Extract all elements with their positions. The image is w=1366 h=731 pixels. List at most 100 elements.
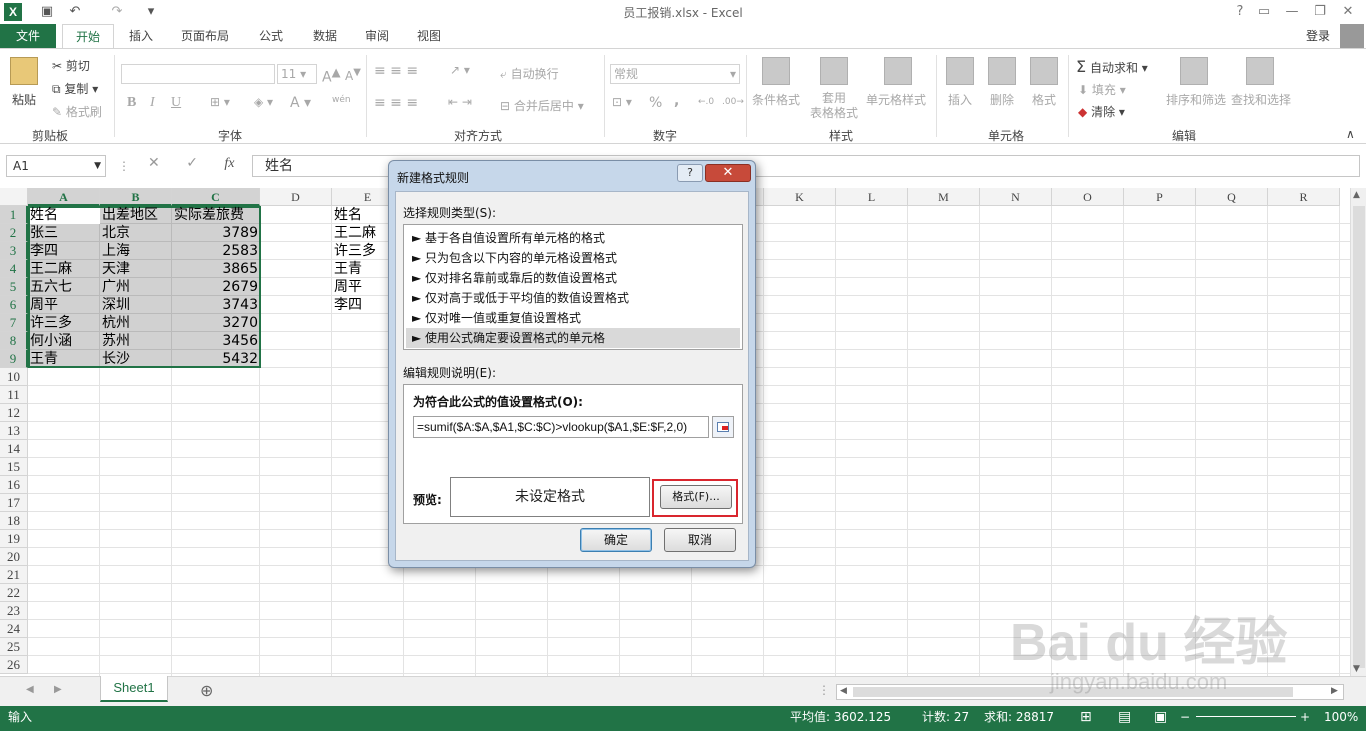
tab-file[interactable]: 文件 — [0, 24, 56, 48]
cell-c1[interactable]: 实际差旅费 — [172, 206, 260, 224]
cell-styles-icon[interactable] — [884, 57, 912, 85]
row-header-25[interactable]: 25 — [0, 638, 28, 656]
sort-filter-button[interactable]: 排序和筛选 — [1166, 91, 1226, 108]
cell-a5[interactable]: 五六七 — [28, 278, 100, 296]
align-top-icon[interactable]: ≡ ≡ ≡ — [374, 63, 418, 79]
select-all-corner[interactable] — [0, 188, 28, 206]
row-header-15[interactable]: 15 — [0, 458, 28, 476]
next-sheet-icon[interactable]: ▶ — [54, 684, 62, 695]
format-button[interactable]: 格式(F)... — [660, 485, 732, 509]
phonetic-icon[interactable]: wén — [332, 95, 351, 105]
collapse-ribbon-icon[interactable]: ∧ — [1346, 127, 1355, 141]
number-format-select[interactable]: 常规 ▾ — [610, 64, 740, 84]
cell-b5[interactable]: 广州 — [100, 278, 172, 296]
binoculars-icon[interactable] — [1246, 57, 1274, 85]
row-header-19[interactable]: 19 — [0, 530, 28, 548]
row-header-24[interactable]: 24 — [0, 620, 28, 638]
row-header-13[interactable]: 13 — [0, 422, 28, 440]
tab-review[interactable]: 审阅 — [354, 24, 400, 48]
cell-b4[interactable]: 天津 — [100, 260, 172, 278]
page-break-view-icon[interactable]: ▣ — [1154, 706, 1167, 728]
restore-button[interactable]: ❐ — [1306, 2, 1334, 22]
conditional-format-icon[interactable] — [762, 57, 790, 85]
minimize-button[interactable]: — — [1278, 2, 1306, 22]
delete-cells-button[interactable]: 删除 — [990, 91, 1014, 108]
cell-a4[interactable]: 王二麻 — [28, 260, 100, 278]
cell-a6[interactable]: 周平 — [28, 296, 100, 314]
close-button[interactable]: ✕ — [1334, 2, 1362, 22]
row-header-18[interactable]: 18 — [0, 512, 28, 530]
column-header-l[interactable]: L — [836, 188, 908, 206]
login-link[interactable]: 登录 — [1306, 27, 1330, 44]
cell-c2[interactable]: 3789 — [172, 224, 260, 242]
paste-icon[interactable] — [10, 57, 38, 85]
column-header-a[interactable]: A — [28, 188, 100, 206]
row-header-12[interactable]: 12 — [0, 404, 28, 422]
row-header-2[interactable]: 2 — [0, 224, 28, 242]
find-select-button[interactable]: 查找和选择 — [1231, 91, 1291, 108]
dialog-close-button[interactable]: ✕ — [705, 164, 751, 182]
cell-styles-button[interactable]: 单元格样式 — [866, 91, 926, 108]
shrink-font-icon[interactable]: A▼ — [345, 67, 361, 83]
tab-view[interactable]: 视图 — [406, 24, 452, 48]
cancel-button[interactable]: 取消 — [664, 528, 736, 552]
cell-a2[interactable]: 张三 — [28, 224, 100, 242]
cell-b2[interactable]: 北京 — [100, 224, 172, 242]
rule-type-list[interactable]: ► 基于各自值设置所有单元格的格式 ► 只为包含以下内容的单元格设置格式 ► 仅… — [403, 224, 743, 350]
insert-function-icon[interactable]: fx — [224, 156, 234, 171]
row-header-6[interactable]: 6 — [0, 296, 28, 314]
name-box[interactable]: A1 ▼ — [6, 155, 106, 177]
rule-type-item-selected[interactable]: ► 使用公式确定要设置格式的单元格 — [406, 328, 740, 348]
row-header-26[interactable]: 26 — [0, 656, 28, 674]
column-header-m[interactable]: M — [908, 188, 980, 206]
cell-c4[interactable]: 3865 — [172, 260, 260, 278]
fill-button[interactable]: ⬇ 填充 ▾ — [1078, 81, 1126, 98]
column-header-c[interactable]: C — [172, 188, 260, 206]
percent-button[interactable]: % — [649, 95, 662, 111]
cell-c3[interactable]: 2583 — [172, 242, 260, 260]
format-cells-button[interactable]: 格式 — [1032, 91, 1056, 108]
orientation-icon[interactable]: ↗ ▾ — [450, 63, 470, 77]
cell-c8[interactable]: 3456 — [172, 332, 260, 350]
cell-b7[interactable]: 杭州 — [100, 314, 172, 332]
zoom-level[interactable]: 100% — [1324, 706, 1358, 728]
avatar[interactable] — [1340, 24, 1364, 48]
underline-button[interactable]: U — [171, 95, 181, 111]
copy-button[interactable]: ⧉ 复制 ▾ — [52, 80, 98, 97]
rule-type-item[interactable]: ► 基于各自值设置所有单元格的格式 — [406, 228, 740, 248]
font-name-select[interactable] — [121, 64, 275, 84]
cell-b1[interactable]: 出差地区 — [100, 206, 172, 224]
cut-button[interactable]: ✂ 剪切 — [52, 57, 90, 74]
row-header-20[interactable]: 20 — [0, 548, 28, 566]
cell-a7[interactable]: 许三多 — [28, 314, 100, 332]
cancel-entry-icon[interactable]: ✕ — [148, 155, 160, 171]
cell-c9[interactable]: 5432 — [172, 350, 260, 368]
scroll-down-icon[interactable]: ▼ — [1353, 664, 1360, 674]
row-header-10[interactable]: 10 — [0, 368, 28, 386]
prev-sheet-icon[interactable]: ◀ — [26, 684, 34, 695]
new-sheet-icon[interactable]: ⊕ — [200, 681, 213, 700]
cell-c7[interactable]: 3270 — [172, 314, 260, 332]
comma-button[interactable]: , — [674, 93, 679, 109]
row-header-4[interactable]: 4 — [0, 260, 28, 278]
zoom-slider[interactable] — [1196, 716, 1296, 717]
row-header-14[interactable]: 14 — [0, 440, 28, 458]
cell-b9[interactable]: 长沙 — [100, 350, 172, 368]
column-header-b[interactable]: B — [100, 188, 172, 206]
decrease-decimal-icon[interactable]: .00→ — [722, 97, 744, 107]
tab-splitter-icon[interactable]: ⋮ — [818, 683, 830, 697]
italic-button[interactable]: I — [150, 95, 155, 111]
bold-button[interactable]: B — [127, 95, 136, 111]
row-header-11[interactable]: 11 — [0, 386, 28, 404]
confirm-entry-icon[interactable]: ✓ — [186, 155, 198, 171]
dialog-help-button[interactable]: ? — [677, 164, 703, 182]
column-header-q[interactable]: Q — [1196, 188, 1268, 206]
tab-insert[interactable]: 插入 — [118, 24, 164, 48]
row-header-1[interactable]: 1 — [0, 206, 28, 224]
row-header-3[interactable]: 3 — [0, 242, 28, 260]
column-header-d[interactable]: D — [260, 188, 332, 206]
row-header-8[interactable]: 8 — [0, 332, 28, 350]
cell-a1[interactable]: 姓名 — [28, 206, 100, 224]
tab-formulas[interactable]: 公式 — [248, 24, 294, 48]
tab-page-layout[interactable]: 页面布局 — [172, 24, 238, 48]
